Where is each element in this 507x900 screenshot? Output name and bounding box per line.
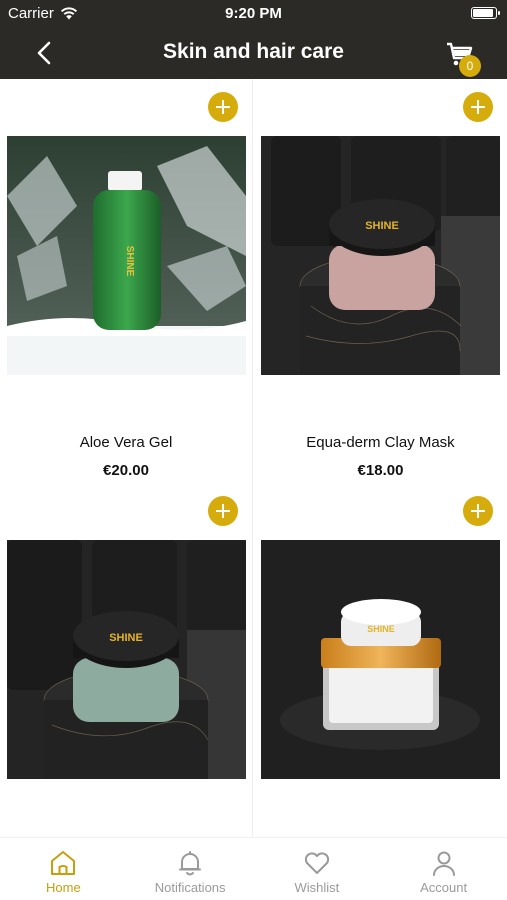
cart-count-badge: 0	[459, 55, 481, 77]
heart-icon	[304, 852, 329, 874]
tab-wishlist[interactable]: Wishlist	[254, 838, 381, 900]
tab-notifications[interactable]: Notifications	[127, 838, 254, 900]
tab-label: Wishlist	[294, 880, 340, 895]
page-title: Skin and hair care	[163, 40, 344, 63]
brand-text: SHINE	[109, 632, 143, 644]
product-card[interactable]: SHINE Aloe Vera Gel €20.00	[0, 79, 253, 483]
tab-label: Home	[46, 880, 81, 895]
add-to-cart-button[interactable]	[463, 496, 493, 526]
brand-text: SHINE	[124, 246, 135, 277]
product-price: €20.00	[103, 462, 149, 479]
product-image[interactable]: SHINE	[7, 136, 246, 375]
product-grid: SHINE Aloe Vera Gel €20.00 SHINE Equa-de…	[0, 79, 507, 887]
tab-home[interactable]: Home	[0, 838, 127, 900]
product-name: Equa-derm Clay Mask	[306, 434, 455, 451]
product-card[interactable]: SHINE	[254, 483, 507, 887]
person-icon	[432, 851, 455, 876]
status-time: 9:20 PM	[225, 5, 282, 22]
product-card[interactable]: SHINE Equa-derm Clay Mask €18.00	[254, 79, 507, 483]
tab-label: Notifications	[154, 880, 226, 895]
brand-text: SHINE	[365, 220, 399, 232]
battery-icon	[471, 7, 500, 19]
add-to-cart-button[interactable]	[208, 496, 238, 526]
add-to-cart-button[interactable]	[463, 92, 493, 122]
add-to-cart-button[interactable]	[208, 92, 238, 122]
product-card[interactable]: SHINE	[0, 483, 253, 887]
brand-text: SHINE	[367, 624, 395, 634]
battery-level	[473, 9, 493, 17]
nav-bar: Skin and hair care 0	[0, 28, 507, 79]
product-price: €18.00	[357, 462, 404, 479]
status-bar: Carrier 9:20 PM	[0, 0, 507, 28]
product-image[interactable]: SHINE	[7, 540, 246, 779]
home-icon	[51, 851, 76, 875]
product-image[interactable]: SHINE	[261, 136, 500, 375]
tab-bar: Home Notifications Wishlist Account	[0, 837, 507, 900]
tab-account[interactable]: Account	[380, 838, 507, 900]
product-image[interactable]: SHINE	[261, 540, 500, 779]
product-name: Aloe Vera Gel	[79, 434, 173, 451]
tab-label: Account	[420, 880, 468, 895]
bell-icon	[179, 851, 202, 876]
